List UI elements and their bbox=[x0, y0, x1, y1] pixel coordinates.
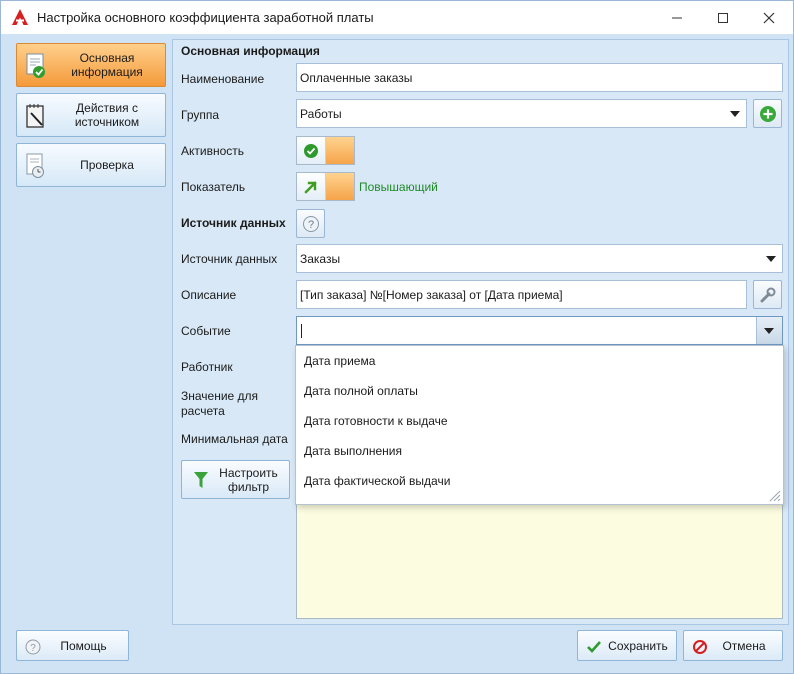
cancel-circle-icon bbox=[693, 640, 707, 654]
cancel-label: Отмена bbox=[722, 638, 766, 653]
settings-window: Настройка основного коэффициента заработ… bbox=[0, 0, 794, 674]
help-label: Помощь bbox=[60, 638, 107, 653]
calc-value-label: Значение для расчета bbox=[181, 389, 259, 418]
event-dropdown-toggle[interactable] bbox=[756, 317, 782, 344]
event-option[interactable]: Дата готовности к выдаче bbox=[304, 414, 448, 428]
min-date-label: Минимальная дата bbox=[181, 432, 288, 446]
cancel-button[interactable]: Отмена bbox=[683, 630, 783, 661]
minimize-button[interactable] bbox=[654, 1, 700, 34]
checkmark-icon bbox=[587, 641, 601, 653]
indicator-value: Повышающий bbox=[359, 180, 438, 194]
nav-item-check[interactable]: Проверка bbox=[16, 143, 166, 187]
nav-item-source-actions[interactable]: Действия с источником bbox=[16, 93, 166, 137]
close-button[interactable] bbox=[746, 1, 792, 34]
event-option[interactable]: Дата полной оплаты bbox=[304, 384, 418, 398]
event-option[interactable]: Дата приема bbox=[304, 354, 375, 368]
check-circle-icon bbox=[304, 143, 318, 158]
description-label: Описание bbox=[181, 288, 237, 302]
add-group-button[interactable] bbox=[753, 99, 782, 128]
save-label: Сохранить bbox=[608, 638, 668, 653]
worker-label: Работник bbox=[181, 360, 233, 374]
help-icon: ? bbox=[302, 215, 319, 232]
nav-item-main-info[interactable]: Основная информация bbox=[16, 43, 166, 87]
event-option[interactable]: Дата выполнения bbox=[304, 444, 402, 458]
name-input[interactable]: Оплаченные заказы bbox=[296, 63, 783, 92]
nav-item-label: Основная информация bbox=[71, 51, 143, 79]
activity-label: Активность bbox=[181, 144, 245, 158]
chevron-down-icon bbox=[766, 256, 776, 262]
app-logo-icon bbox=[12, 9, 28, 25]
source-help-button[interactable]: ? bbox=[296, 209, 325, 238]
wrench-icon bbox=[760, 287, 775, 302]
name-label: Наименование bbox=[181, 72, 265, 86]
window-title: Настройка основного коэффициента заработ… bbox=[37, 10, 374, 25]
nav-item-label: Проверка bbox=[80, 158, 134, 172]
nav-item-label: Действия с источником bbox=[74, 101, 140, 129]
filter-expression-area[interactable] bbox=[296, 501, 783, 619]
description-edit-button[interactable] bbox=[753, 280, 782, 309]
save-button[interactable]: Сохранить bbox=[577, 630, 677, 661]
source-label: Источник данных bbox=[181, 252, 278, 266]
description-input[interactable]: [Тип заказа] №[Номер заказа] от [Дата пр… bbox=[296, 280, 747, 309]
event-label: Событие bbox=[181, 324, 231, 338]
configure-filter-button[interactable]: Настроить фильтр bbox=[181, 460, 290, 499]
resize-grip-icon[interactable] bbox=[767, 488, 781, 502]
text-caret bbox=[301, 323, 302, 338]
close-icon bbox=[763, 12, 775, 23]
filter-funnel-icon bbox=[194, 472, 208, 488]
event-select[interactable] bbox=[296, 316, 783, 345]
maximize-button[interactable] bbox=[700, 1, 746, 34]
add-circle-icon bbox=[759, 105, 776, 122]
source-select-value: Заказы bbox=[300, 251, 341, 266]
chevron-down-icon bbox=[730, 111, 740, 117]
chevron-down-icon bbox=[764, 328, 774, 334]
name-input-value: Оплаченные заказы bbox=[300, 70, 413, 85]
arrow-up-right-icon bbox=[304, 180, 317, 194]
title-bar: Настройка основного коэффициента заработ… bbox=[1, 1, 793, 34]
configure-filter-label: Настроить фильтр bbox=[219, 465, 278, 494]
maximize-icon bbox=[718, 12, 728, 23]
group-label: Группа bbox=[181, 108, 220, 122]
svg-text:?: ? bbox=[307, 219, 313, 231]
indicator-toggle[interactable] bbox=[296, 172, 355, 201]
event-dropdown-list: Дата приема Дата полной оплаты Дата гото… bbox=[295, 345, 784, 505]
description-input-value: [Тип заказа] №[Номер заказа] от [Дата пр… bbox=[300, 287, 563, 302]
group-select[interactable]: Работы bbox=[296, 99, 747, 128]
svg-text:?: ? bbox=[30, 643, 36, 654]
notepad-pen-icon bbox=[26, 104, 44, 128]
document-clock-icon bbox=[26, 153, 44, 178]
minimize-icon bbox=[672, 17, 682, 18]
document-check-icon bbox=[26, 53, 45, 78]
indicator-label: Показатель bbox=[181, 180, 246, 194]
activity-toggle[interactable] bbox=[296, 136, 355, 165]
section-title-main: Основная информация bbox=[181, 44, 320, 58]
event-option[interactable]: Дата фактической выдачи bbox=[304, 474, 450, 488]
source-select[interactable]: Заказы bbox=[296, 244, 783, 273]
group-select-value: Работы bbox=[300, 106, 342, 121]
help-icon: ? bbox=[25, 639, 41, 655]
section-title-source: Источник данных bbox=[181, 216, 286, 230]
help-button[interactable]: ? Помощь bbox=[16, 630, 129, 661]
